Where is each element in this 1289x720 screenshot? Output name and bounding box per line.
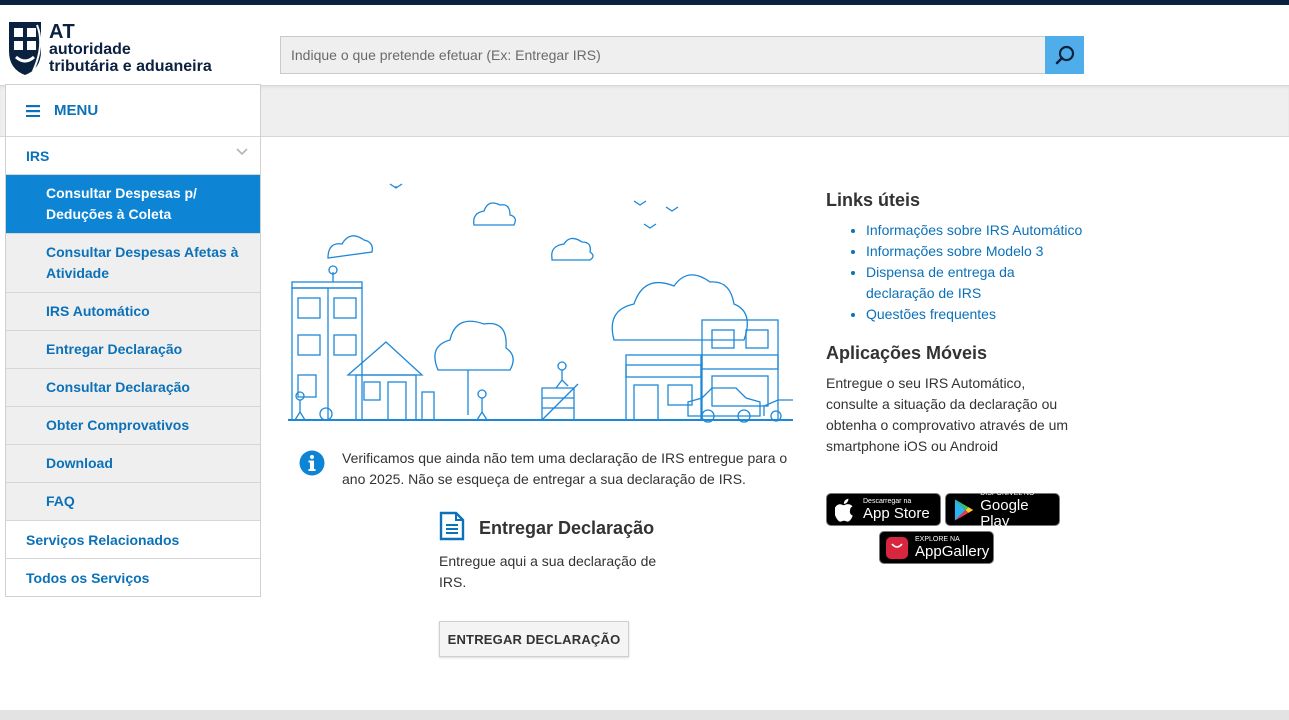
appgallery-big-text: AppGallery bbox=[915, 542, 990, 560]
sidebar: MENU IRS Consultar Despesas p/ Deduções … bbox=[5, 84, 261, 597]
app-store-badge[interactable]: Descarregar na App Store bbox=[826, 493, 941, 526]
googleplay-big-text: Google Play bbox=[980, 496, 1029, 530]
huawei-appgallery-icon bbox=[886, 536, 908, 559]
menu-toggle[interactable]: MENU bbox=[6, 85, 260, 137]
sidebar-item-obter-comprovativos[interactable]: Obter Comprovativos bbox=[6, 407, 260, 445]
google-play-icon bbox=[954, 498, 974, 521]
links-uteis-title: Links úteis bbox=[826, 190, 921, 210]
chevron-down-icon bbox=[236, 148, 248, 156]
card-description: Entregue aqui a sua declaração de IRS. bbox=[439, 553, 657, 590]
sidebar-item-download[interactable]: Download bbox=[6, 445, 260, 483]
info-icon bbox=[299, 450, 325, 476]
at-logo[interactable]: AT autoridade tributária e aduaneira bbox=[7, 19, 227, 79]
search-button[interactable] bbox=[1045, 36, 1084, 74]
aplicacoes-moveis-title: Aplicações Móveis bbox=[826, 343, 988, 363]
search-icon bbox=[1055, 45, 1074, 65]
sidebar-item-consultar-despesas-deducoes[interactable]: Consultar Despesas p/ Deduções à Coleta bbox=[6, 175, 260, 234]
aside-panel: Links úteis Informações sobre IRS Automá… bbox=[826, 190, 1086, 457]
entregar-declaracao-button[interactable]: ENTREGAR DECLARAÇÃO bbox=[439, 621, 629, 657]
shield-logo-icon bbox=[9, 22, 42, 75]
search-bar bbox=[280, 36, 1084, 74]
link-dispensa-entrega[interactable]: Dispensa de entrega da declaração de IRS bbox=[866, 262, 1086, 304]
logo-line-2: tributária e aduaneira bbox=[49, 58, 212, 75]
useful-links-list: Informações sobre IRS Automático Informa… bbox=[826, 220, 1086, 325]
sidebar-item-irs[interactable]: IRS bbox=[6, 137, 260, 175]
sidebar-item-consultar-declaracao[interactable]: Consultar Declaração bbox=[6, 369, 260, 407]
link-modelo-3[interactable]: Informações sobre Modelo 3 bbox=[866, 241, 1086, 262]
sidebar-item-servicos-relacionados[interactable]: Serviços Relacionados bbox=[6, 521, 260, 559]
document-icon bbox=[439, 511, 465, 541]
city-illustration bbox=[288, 183, 793, 423]
app-gallery-badge[interactable]: EXPLORE NA AppGallery bbox=[879, 531, 994, 564]
hamburger-icon bbox=[26, 104, 40, 117]
menu-label: MENU bbox=[54, 102, 99, 119]
appstore-big-text: App Store bbox=[863, 504, 930, 522]
link-irs-automatico[interactable]: Informações sobre IRS Automático bbox=[866, 220, 1086, 241]
sidebar-item-entregar-declaracao[interactable]: Entregar Declaração bbox=[6, 331, 260, 369]
logo-line-1: autoridade bbox=[49, 41, 131, 58]
card-title: Entregar Declaração bbox=[479, 518, 655, 538]
logo-abbr: AT bbox=[49, 21, 76, 43]
google-play-badge[interactable]: DISPONÍVEL NO Google Play bbox=[945, 490, 1060, 529]
info-text: Verificamos que ainda não tem uma declar… bbox=[342, 450, 788, 487]
footer-bar bbox=[0, 710, 1289, 720]
sidebar-item-label: IRS bbox=[26, 147, 50, 164]
apple-icon bbox=[835, 498, 853, 522]
link-questoes-frequentes[interactable]: Questões frequentes bbox=[866, 304, 1086, 325]
header: AT autoridade tributária e aduaneira bbox=[0, 5, 1289, 85]
sidebar-item-todos-servicos[interactable]: Todos os Serviços bbox=[6, 559, 260, 596]
apps-description: Entregue o seu IRS Automático, consulte … bbox=[826, 375, 1069, 454]
search-input[interactable] bbox=[281, 37, 1061, 73]
sidebar-item-irs-automatico[interactable]: IRS Automático bbox=[6, 293, 260, 331]
sidebar-item-faq[interactable]: FAQ bbox=[6, 483, 260, 521]
sidebar-item-consultar-despesas-atividade[interactable]: Consultar Despesas Afetas à Atividade bbox=[6, 234, 260, 293]
